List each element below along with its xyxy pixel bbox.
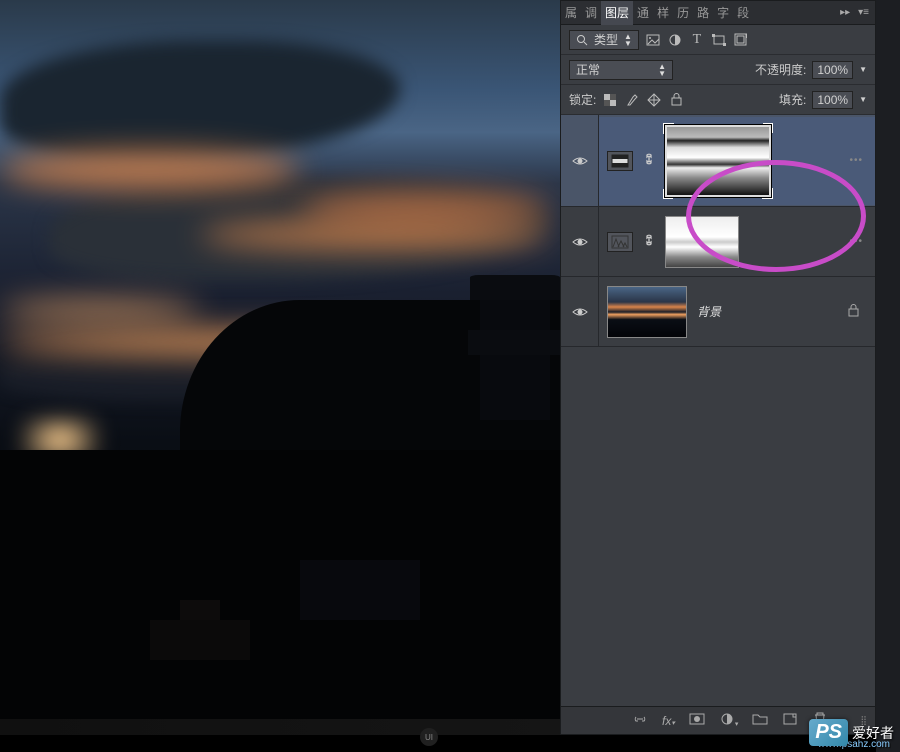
opacity-dropdown-icon[interactable]: ▼ [859, 65, 867, 74]
adjustment-curves-icon [607, 151, 633, 171]
fill-input[interactable]: 100% [812, 91, 853, 109]
layer-adjustment-2[interactable]: ••• [561, 207, 875, 277]
filter-type-select[interactable]: 类型 ▲▼ [569, 30, 639, 50]
tab-history[interactable]: 历 [673, 1, 693, 25]
new-layer-button[interactable] [782, 712, 798, 729]
layer-thumbnail[interactable] [607, 286, 687, 338]
layer-mask-thumbnail[interactable] [665, 125, 771, 197]
blend-mode-value: 正常 [576, 61, 600, 78]
layer-background[interactable]: 背景 [561, 277, 875, 347]
lock-row: 锁定: 填充: 100% ▼ [561, 85, 875, 115]
eye-icon [572, 236, 588, 248]
layer-mask-thumbnail[interactable] [665, 216, 739, 268]
lock-position-icon[interactable] [646, 92, 662, 108]
blend-mode-select[interactable]: 正常 ▲▼ [569, 60, 673, 80]
adjustment-levels-icon [607, 232, 633, 252]
visibility-toggle[interactable] [561, 207, 599, 276]
layer-adjustment-1[interactable]: ••• [561, 115, 875, 207]
layer-effects-icon[interactable]: ••• [849, 155, 863, 166]
layers-panel: 属 调 图层 通 样 历 路 字 段 ▸▸ ▾≡ 类型 ▲▼ T 正常 ▲▼ 不… [560, 0, 876, 735]
blend-row: 正常 ▲▼ 不透明度: 100% ▼ [561, 55, 875, 85]
filter-type-text-icon[interactable]: T [689, 32, 705, 48]
lock-label: 锁定: [569, 91, 596, 108]
layer-name[interactable]: 背景 [697, 303, 721, 320]
link-layers-button[interactable] [632, 712, 648, 729]
tab-character[interactable]: 字 [713, 1, 733, 25]
group-button[interactable] [752, 712, 768, 729]
fill-dropdown-icon[interactable]: ▼ [859, 95, 867, 104]
search-icon [576, 34, 588, 46]
canvas-image [0, 0, 560, 735]
fill-value: 100% [817, 93, 848, 107]
filter-shape-icon[interactable] [711, 32, 727, 48]
link-icon[interactable] [643, 232, 655, 251]
fill-label: 填充: [779, 91, 806, 108]
layer-style-button[interactable]: fx▾ [662, 714, 675, 728]
lock-pixels-icon[interactable] [624, 92, 640, 108]
lock-icon[interactable] [848, 304, 859, 320]
eye-icon [572, 155, 588, 167]
filter-smartobject-icon[interactable] [733, 32, 749, 48]
lock-all-icon[interactable] [668, 92, 684, 108]
layer-mask-button[interactable] [689, 712, 705, 729]
opacity-input[interactable]: 100% [812, 61, 853, 79]
watermark-logo: PS [809, 719, 848, 746]
panel-menu-icon[interactable]: ▾≡ [858, 7, 869, 18]
visibility-toggle[interactable] [561, 115, 599, 206]
opacity-label: 不透明度: [755, 61, 806, 78]
tab-adjustments[interactable]: 调 [581, 1, 601, 25]
layer-effects-icon[interactable]: ••• [849, 236, 863, 247]
tab-paths[interactable]: 路 [693, 1, 713, 25]
app-chrome-right [876, 0, 900, 752]
filter-pixel-icon[interactable] [645, 32, 661, 48]
tab-layers[interactable]: 图层 [601, 1, 633, 25]
panel-tabs: 属 调 图层 通 样 历 路 字 段 ▸▸ ▾≡ [561, 1, 875, 25]
panel-expand-icon[interactable]: ▸▸ [840, 7, 850, 18]
lock-transparent-icon[interactable] [602, 92, 618, 108]
tab-channels[interactable]: 通 [633, 1, 653, 25]
filter-adjustment-icon[interactable] [667, 32, 683, 48]
link-icon[interactable] [643, 151, 655, 170]
watermark: PS 爱好者 [809, 719, 894, 746]
watermark-text: 爱好者 [852, 723, 894, 743]
eye-icon [572, 306, 588, 318]
filter-type-label: 类型 [594, 31, 618, 48]
filter-row: 类型 ▲▼ T [561, 25, 875, 55]
tab-paragraph[interactable]: 段 [733, 1, 753, 25]
layer-list: ••• ••• 背景 [561, 115, 875, 347]
visibility-toggle[interactable] [561, 277, 599, 346]
adjustment-layer-button[interactable]: ▾ [719, 712, 739, 729]
tab-properties[interactable]: 属 [561, 1, 581, 25]
opacity-value: 100% [817, 63, 848, 77]
ui-watermark: UI [420, 728, 438, 746]
tab-styles[interactable]: 样 [653, 1, 673, 25]
